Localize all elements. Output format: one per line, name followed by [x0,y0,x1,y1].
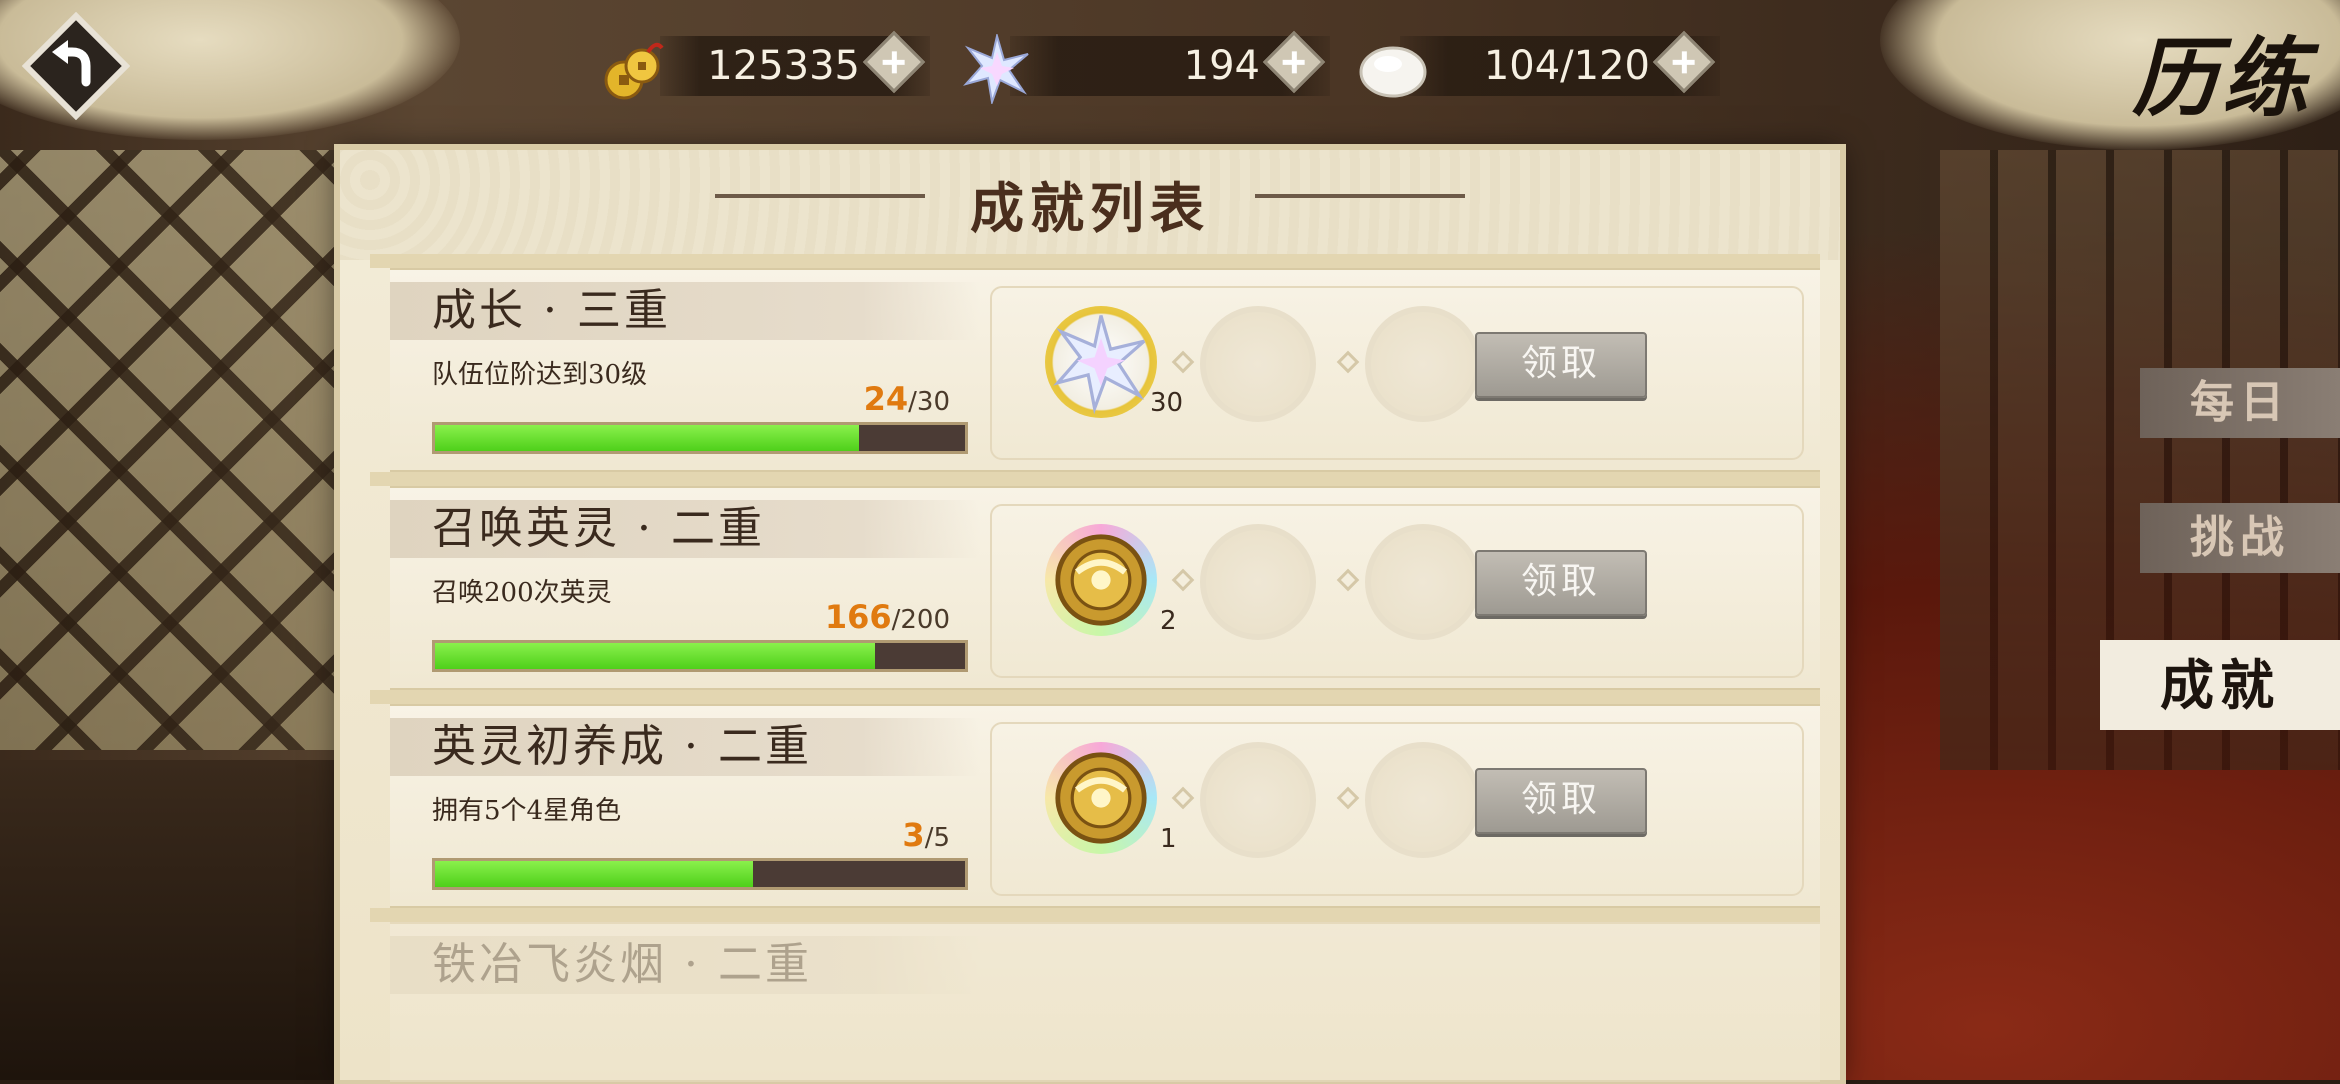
reward-item[interactable] [1045,306,1157,418]
achievement-card: 英灵初养成 · 二重 拥有5个4星角色 3/5 1 领取 [390,704,1820,908]
empty-reward-slot [1365,742,1481,858]
card-separator [370,690,1820,704]
progress-current: 166 [824,598,892,636]
progress-text: 166/200 [825,598,950,636]
reward-item[interactable] [1045,742,1157,854]
gems-value: 194 [1183,43,1260,89]
achievement-card[interactable]: 铁冶飞炎烟 · 二重 [390,922,1820,1084]
coins-value: 125335 [707,43,860,89]
achievement-card: 召唤英灵 · 二重 召唤200次英灵 166/200 2 领取 [390,486,1820,690]
rice-cake-icon [1359,46,1427,98]
coins-icon [604,42,664,100]
card-separator [370,908,1820,922]
progress-text: 3/5 [902,816,950,854]
panel-title: 成就列表 [970,176,1210,240]
empty-reward-slot [1200,306,1316,422]
progress-text: 24/30 [864,380,950,418]
floor-left [0,760,360,1080]
claim-button[interactable]: 领取 [1475,768,1647,834]
progress-current: 24 [863,380,909,418]
progress-fill [435,861,753,887]
top-bar: 125335 194 104/120 历练 [0,0,2340,140]
reward-item[interactable] [1045,524,1157,636]
reward-count: 1 [1160,824,1177,854]
achievement-title: 英灵初养成 · 二重 [432,721,812,772]
claim-button[interactable]: 领取 [1475,550,1647,616]
progress-total: /200 [891,605,950,635]
achievement-panel: 成就列表 成长 · 三重 队伍位阶达到30级 24/30 30 领取 召唤英灵 … [340,150,1840,1084]
window-lattice-left [0,150,340,750]
reward-count: 2 [1160,606,1177,636]
progress-bar [432,640,968,672]
panel-header: 成就列表 [340,150,1840,260]
tab-daily[interactable]: 每日 [2140,368,2340,438]
tab-challenge[interactable]: 挑战 [2140,503,2340,573]
back-button[interactable] [21,11,131,121]
achievement-card: 成长 · 三重 队伍位阶达到30级 24/30 30 领取 [390,268,1820,472]
progress-bar [432,858,968,890]
coins-resource: 125335 [660,30,930,96]
add-coins-button[interactable] [862,30,926,94]
add-stamina-button[interactable] [1652,30,1716,94]
crystal-star-icon [963,34,1029,104]
card-separator [370,472,1820,486]
progress-total: /5 [924,823,950,853]
card-separator [370,254,1820,268]
tab-achievements[interactable]: 成就 [2100,640,2340,730]
screen-title: 历练 [2132,28,2312,129]
progress-current: 3 [902,816,925,854]
empty-reward-slot [1200,742,1316,858]
crystal-star-icon [1053,315,1146,415]
reward-count: 30 [1150,388,1184,418]
progress-bar [432,422,968,454]
claim-button[interactable]: 领取 [1475,332,1647,398]
add-gems-button[interactable] [1262,30,1326,94]
achievement-desc: 召唤200次英灵 [432,578,612,608]
stamina-resource: 104/120 [1400,30,1720,96]
gold-medallion-icon [1055,534,1147,626]
empty-reward-slot [1200,524,1316,640]
achievement-desc: 队伍位阶达到30级 [432,360,648,390]
empty-reward-slot [1365,524,1481,640]
progress-fill [435,425,859,451]
back-arrow-icon [21,11,131,121]
stamina-value: 104/120 [1483,43,1650,89]
empty-reward-slot [1365,306,1481,422]
progress-total: /30 [908,387,950,417]
gold-medallion-icon [1055,752,1147,844]
achievement-title: 召唤英灵 · 二重 [432,503,765,554]
gems-resource: 194 [1010,30,1330,96]
achievement-desc: 拥有5个4星角色 [432,796,622,826]
progress-fill [435,643,875,669]
achievement-title: 成长 · 三重 [432,285,671,336]
achievement-title: 铁冶飞炎烟 · 二重 [432,939,812,990]
